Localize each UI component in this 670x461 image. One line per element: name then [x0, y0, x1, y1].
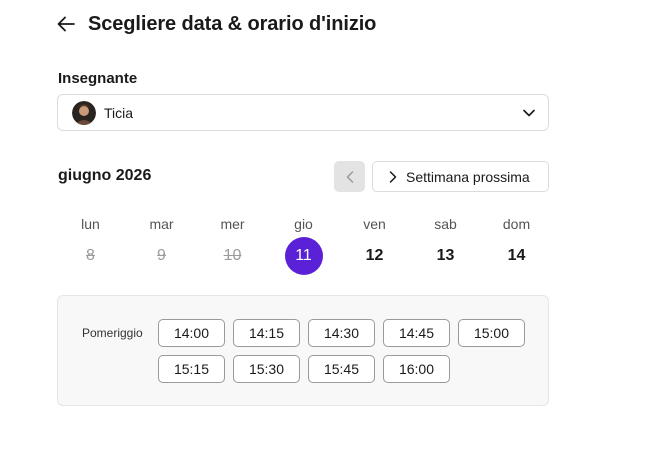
teacher-name: Ticia: [104, 104, 134, 121]
time-slots-panel: Pomeriggio 14:00 14:15 14:30 14:45 15:00…: [57, 295, 549, 406]
teacher-avatar-icon: [72, 100, 96, 125]
day-of-week-label: sab: [434, 216, 457, 232]
previous-week-button[interactable]: [334, 161, 365, 192]
teacher-label: Insegnante: [58, 70, 138, 87]
period-label: Pomeriggio: [82, 326, 143, 340]
time-slot-button[interactable]: 15:15: [158, 355, 225, 383]
day-of-week-label: mer: [220, 216, 245, 232]
page-title: Scegliere data & orario d'inizio: [88, 12, 377, 35]
day-column: ven 12: [339, 213, 410, 275]
date-cell: 8: [86, 247, 95, 264]
time-slot-button[interactable]: 14:00: [158, 319, 225, 347]
day-of-week-label: dom: [502, 216, 531, 232]
day-column: mar 9: [126, 213, 197, 275]
day-column: lun 8: [55, 213, 126, 275]
date-cell-selected[interactable]: 11: [284, 237, 323, 275]
chevron-right-icon: [389, 170, 397, 183]
chevron-left-icon: [346, 170, 353, 183]
week-days: lun 8 mar 9 mer 10 gio 11 ven 12 sab 13 …: [55, 213, 552, 275]
teacher-select[interactable]: Ticia: [57, 94, 549, 131]
day-of-week-label: ven: [363, 216, 386, 232]
day-column: mer 10: [197, 213, 268, 275]
month-label: giugno 2026: [58, 167, 152, 184]
time-slot-button[interactable]: 15:30: [233, 355, 300, 383]
time-slot-button[interactable]: 15:00: [458, 319, 525, 347]
back-button[interactable]: [56, 14, 76, 34]
next-week-label: Settimana prossima: [406, 168, 530, 185]
date-cell: 9: [157, 247, 166, 264]
day-of-week-label: gio: [294, 216, 313, 232]
date-cell[interactable]: 14: [498, 237, 536, 275]
time-slot-button[interactable]: 14:30: [308, 319, 375, 347]
day-of-week-label: mar: [149, 216, 174, 232]
time-slot-button[interactable]: 15:45: [308, 355, 375, 383]
time-slot-list: 14:00 14:15 14:30 14:45 15:00 15:15 15:3…: [158, 319, 538, 383]
date-cell[interactable]: 13: [427, 237, 465, 275]
date-cell[interactable]: 12: [356, 237, 394, 275]
arrow-left-icon: [57, 16, 75, 32]
date-cell: 10: [223, 247, 242, 264]
page-header: Scegliere data & orario d'inizio: [56, 11, 376, 37]
day-column: gio 11: [268, 213, 339, 275]
avatar: [72, 100, 96, 125]
day-of-week-label: lun: [81, 216, 100, 232]
next-week-button[interactable]: Settimana prossima: [372, 161, 549, 192]
time-slot-button[interactable]: 14:45: [383, 319, 450, 347]
day-column: dom 14: [481, 213, 552, 275]
time-slot-button[interactable]: 16:00: [383, 355, 450, 383]
time-slot-button[interactable]: 14:15: [233, 319, 300, 347]
chevron-down-icon: [522, 106, 536, 120]
day-column: sab 13: [410, 213, 481, 275]
